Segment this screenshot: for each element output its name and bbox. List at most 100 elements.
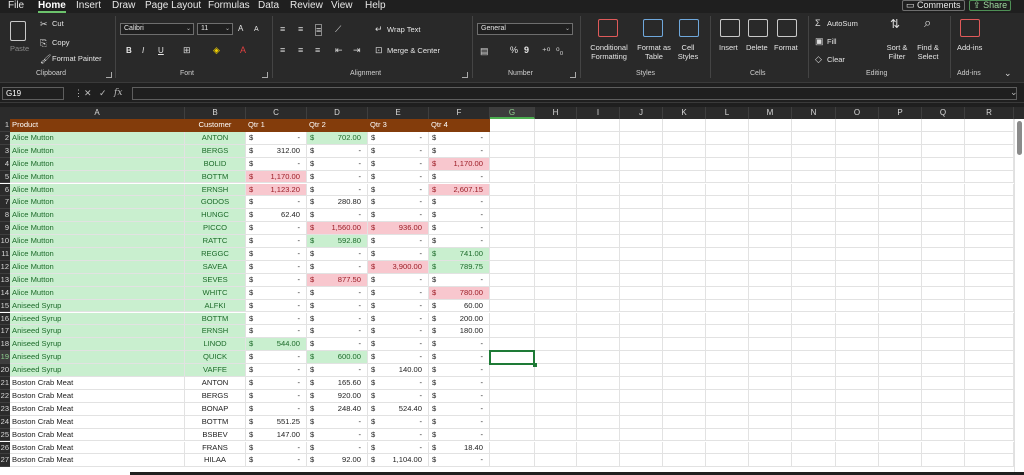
- empty-cell[interactable]: [965, 402, 1014, 416]
- empty-cell[interactable]: [965, 325, 1014, 339]
- empty-cell[interactable]: [490, 235, 535, 248]
- empty-cell[interactable]: [620, 144, 663, 158]
- empty-cell[interactable]: [620, 131, 663, 145]
- empty-cell[interactable]: [663, 209, 706, 223]
- empty-cell[interactable]: [749, 196, 792, 210]
- qtr2-cell[interactable]: $248.40: [307, 402, 368, 416]
- qtr3-cell[interactable]: $ -: [368, 170, 429, 184]
- increase-decimal-icon[interactable]: ⁺⁰: [542, 46, 550, 56]
- empty-cell[interactable]: [879, 364, 922, 377]
- empty-cell[interactable]: [922, 119, 965, 132]
- empty-cell[interactable]: [792, 428, 836, 442]
- row-header[interactable]: 16: [0, 312, 10, 326]
- find-select-button[interactable]: Find & Select: [914, 43, 942, 61]
- empty-cell[interactable]: [792, 325, 836, 339]
- empty-cell[interactable]: [836, 299, 879, 313]
- column-header-k[interactable]: K: [663, 107, 706, 119]
- customer-cell[interactable]: PICCO: [185, 222, 246, 236]
- empty-cell[interactable]: [965, 299, 1014, 313]
- product-cell[interactable]: Alice Mutton: [10, 286, 185, 300]
- empty-cell[interactable]: [879, 338, 922, 352]
- qtr1-cell[interactable]: $ -: [246, 364, 307, 377]
- product-cell[interactable]: Alice Mutton: [10, 222, 185, 236]
- qtr4-cell[interactable]: $ -: [429, 235, 490, 248]
- empty-cell[interactable]: [965, 170, 1014, 184]
- worksheet-grid[interactable]: ABCDEFGHIJKLMNOPQR 1 Product Customer Qtr 1…: [0, 107, 1024, 475]
- qtr1-cell[interactable]: $1,123.20: [246, 183, 307, 197]
- empty-cell[interactable]: [792, 415, 836, 429]
- empty-cell[interactable]: [836, 415, 879, 429]
- empty-cell[interactable]: [490, 222, 535, 236]
- column-header-m[interactable]: M: [749, 107, 792, 119]
- empty-cell[interactable]: [836, 235, 879, 248]
- empty-cell[interactable]: [879, 131, 922, 145]
- row-header[interactable]: 3: [0, 144, 10, 158]
- empty-cell[interactable]: [879, 170, 922, 184]
- qtr3-cell[interactable]: $524.40: [368, 402, 429, 416]
- empty-cell[interactable]: [749, 209, 792, 223]
- empty-cell[interactable]: [620, 248, 663, 261]
- empty-cell[interactable]: [965, 273, 1014, 287]
- row-header[interactable]: 1: [0, 119, 10, 132]
- font-size-dropdown[interactable]: 11 ⌄: [197, 23, 233, 35]
- product-cell[interactable]: Aniseed Syrup: [10, 312, 185, 326]
- underline-button[interactable]: U: [158, 46, 164, 55]
- empty-cell[interactable]: [965, 119, 1014, 132]
- qtr3-cell[interactable]: $ -: [368, 428, 429, 442]
- empty-cell[interactable]: [965, 196, 1014, 210]
- empty-cell[interactable]: [965, 377, 1014, 390]
- fill-color-icon[interactable]: ◈: [213, 45, 220, 55]
- qtr1-cell[interactable]: $ -: [246, 131, 307, 145]
- qtr3-cell[interactable]: $ -: [368, 183, 429, 197]
- empty-cell[interactable]: [706, 157, 749, 171]
- qtr2-cell[interactable]: $92.00: [307, 454, 368, 468]
- decrease-indent-icon[interactable]: ⇤: [335, 45, 343, 55]
- empty-cell[interactable]: [836, 351, 879, 365]
- empty-cell[interactable]: [922, 131, 965, 145]
- empty-cell[interactable]: [792, 248, 836, 261]
- empty-cell[interactable]: [836, 325, 879, 339]
- product-cell[interactable]: Alice Mutton: [10, 248, 185, 261]
- empty-cell[interactable]: [535, 196, 577, 210]
- empty-cell[interactable]: [490, 389, 535, 403]
- empty-cell[interactable]: [663, 131, 706, 145]
- row-header[interactable]: 2: [0, 131, 10, 145]
- bold-button[interactable]: B: [126, 46, 132, 55]
- empty-cell[interactable]: [663, 170, 706, 184]
- empty-cell[interactable]: [749, 273, 792, 287]
- number-launcher-icon[interactable]: [570, 72, 576, 78]
- empty-cell[interactable]: [706, 196, 749, 210]
- empty-cell[interactable]: [792, 273, 836, 287]
- empty-cell[interactable]: [490, 454, 535, 468]
- qtr3-cell[interactable]: $ -: [368, 299, 429, 313]
- qtr1-cell[interactable]: $ -: [246, 196, 307, 210]
- empty-cell[interactable]: [535, 273, 577, 287]
- empty-cell[interactable]: [535, 364, 577, 377]
- empty-cell[interactable]: [965, 441, 1014, 455]
- empty-cell[interactable]: [663, 441, 706, 455]
- empty-cell[interactable]: [792, 364, 836, 377]
- delete-cells-button[interactable]: Delete: [746, 43, 768, 52]
- tab-formulas[interactable]: Formulas: [208, 0, 250, 13]
- qtr2-cell[interactable]: $280.80: [307, 196, 368, 210]
- formula-input[interactable]: [132, 87, 1017, 100]
- empty-cell[interactable]: [922, 415, 965, 429]
- header-cell-qtr2[interactable]: Qtr 2: [307, 119, 368, 132]
- empty-cell[interactable]: [620, 325, 663, 339]
- more-options-icon[interactable]: ⋮: [74, 87, 83, 99]
- shrink-font-button[interactable]: A: [254, 25, 259, 34]
- empty-cell[interactable]: [836, 402, 879, 416]
- qtr2-cell[interactable]: $ -: [307, 441, 368, 455]
- empty-cell[interactable]: [706, 402, 749, 416]
- row-header[interactable]: 25: [0, 428, 10, 442]
- qtr4-cell[interactable]: $ -: [429, 454, 490, 468]
- product-cell[interactable]: Aniseed Syrup: [10, 364, 185, 377]
- percent-style-button[interactable]: %: [510, 46, 518, 55]
- empty-cell[interactable]: [879, 389, 922, 403]
- empty-cell[interactable]: [663, 325, 706, 339]
- decrease-decimal-icon[interactable]: ⁰₀: [556, 46, 563, 56]
- align-center-icon[interactable]: ≡: [298, 45, 303, 55]
- qtr2-cell[interactable]: $877.50: [307, 273, 368, 287]
- empty-cell[interactable]: [706, 377, 749, 390]
- column-header-q[interactable]: Q: [922, 107, 965, 119]
